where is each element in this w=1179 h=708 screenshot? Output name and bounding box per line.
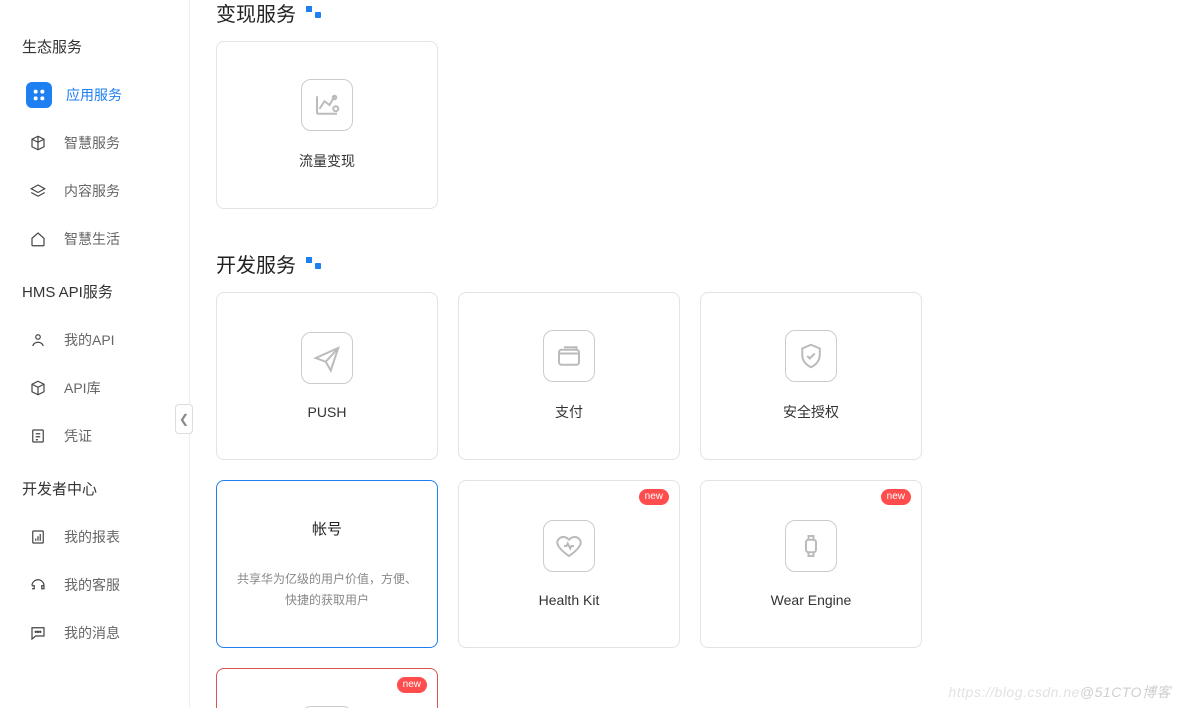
section-title-monetize: 变现服务 bbox=[216, 0, 1161, 41]
sidebar-item-my-reports[interactable]: 我的报表 bbox=[0, 513, 189, 561]
card-pay[interactable]: 支付 bbox=[458, 292, 680, 460]
sidebar-item-label: 智慧服务 bbox=[64, 133, 120, 153]
sidebar-item-label: 应用服务 bbox=[66, 85, 122, 105]
sidebar-item-content-service[interactable]: 内容服务 bbox=[0, 167, 189, 215]
chart-line-icon bbox=[301, 79, 353, 131]
sidebar-item-label: 智慧生活 bbox=[64, 229, 120, 249]
card-label: 流量变现 bbox=[299, 151, 355, 171]
card-security-auth[interactable]: 安全授权 bbox=[700, 292, 922, 460]
headset-icon bbox=[26, 573, 50, 597]
sidebar-item-label: 凭证 bbox=[64, 426, 92, 446]
sidebar-item-smart-service[interactable]: 智慧服务 bbox=[0, 119, 189, 167]
sidebar-group-devcenter: 开发者中心 bbox=[0, 470, 189, 513]
title-decoration-icon bbox=[306, 257, 326, 271]
watch-icon bbox=[785, 520, 837, 572]
sidebar-item-credentials[interactable]: 凭证 bbox=[0, 412, 189, 460]
card-wear-engine[interactable]: new Wear Engine bbox=[700, 480, 922, 648]
card-hover-title: 帐号 bbox=[312, 518, 342, 539]
sidebar-item-my-messages[interactable]: 我的消息 bbox=[0, 609, 189, 657]
card-label: 安全授权 bbox=[783, 402, 839, 422]
heart-icon bbox=[543, 520, 595, 572]
sidebar-group-hms: HMS API服务 bbox=[0, 273, 189, 316]
card-label: Wear Engine bbox=[771, 592, 852, 608]
sidebar-item-label: 我的消息 bbox=[64, 623, 120, 643]
sidebar-item-smart-life[interactable]: 智慧生活 bbox=[0, 215, 189, 263]
sidebar-item-label: 我的API bbox=[64, 330, 115, 350]
box-icon bbox=[26, 376, 50, 400]
cube-icon bbox=[26, 131, 50, 155]
card-label: PUSH bbox=[308, 404, 347, 420]
new-badge: new bbox=[639, 489, 669, 505]
sidebar-item-label: 内容服务 bbox=[64, 181, 120, 201]
credential-icon bbox=[26, 424, 50, 448]
new-badge: new bbox=[881, 489, 911, 505]
sidebar-collapse-toggle[interactable]: ❮ bbox=[175, 404, 193, 434]
card-label: 支付 bbox=[555, 402, 583, 422]
card-harmonyos-auth[interactable]: new HarmonyOS开发者授权 bbox=[216, 668, 438, 708]
home-icon bbox=[26, 227, 50, 251]
sidebar-item-label: API库 bbox=[64, 378, 101, 398]
sidebar-item-app-service[interactable]: 应用服务 bbox=[0, 71, 189, 119]
section-title-develop: 开发服务 bbox=[216, 245, 1161, 292]
sidebar-group-eco: 生态服务 bbox=[0, 28, 189, 71]
sidebar-item-label: 我的报表 bbox=[64, 527, 120, 547]
title-decoration-icon bbox=[306, 6, 326, 20]
chat-icon bbox=[26, 621, 50, 645]
sidebar-item-api-lib[interactable]: API库 bbox=[0, 364, 189, 412]
sidebar-item-my-api[interactable]: 我的API bbox=[0, 316, 189, 364]
report-icon bbox=[26, 525, 50, 549]
card-traffic-monetize[interactable]: 流量变现 bbox=[216, 41, 438, 209]
card-hover-desc: 共享华为亿级的用户价值，方便、快捷的获取用户 bbox=[217, 569, 437, 610]
wallet-icon bbox=[543, 330, 595, 382]
new-badge: new bbox=[397, 677, 427, 693]
layers-icon bbox=[26, 179, 50, 203]
shield-check-icon bbox=[785, 330, 837, 382]
paper-plane-icon bbox=[301, 332, 353, 384]
card-health-kit[interactable]: new Health Kit bbox=[458, 480, 680, 648]
sidebar-item-label: 我的客服 bbox=[64, 575, 120, 595]
sidebar-item-my-support[interactable]: 我的客服 bbox=[0, 561, 189, 609]
card-account[interactable]: 帐号 共享华为亿级的用户价值，方便、快捷的获取用户 bbox=[216, 480, 438, 648]
card-push[interactable]: PUSH bbox=[216, 292, 438, 460]
sidebar: 生态服务 应用服务 智慧服务 内容服务 智慧生活 bbox=[0, 0, 190, 708]
app-icon bbox=[26, 82, 52, 108]
person-api-icon bbox=[26, 328, 50, 352]
card-label: Health Kit bbox=[539, 592, 600, 608]
chevron-left-icon: ❮ bbox=[179, 412, 189, 426]
main-content: 变现服务 流量变现 开发服务 bbox=[190, 0, 1179, 708]
